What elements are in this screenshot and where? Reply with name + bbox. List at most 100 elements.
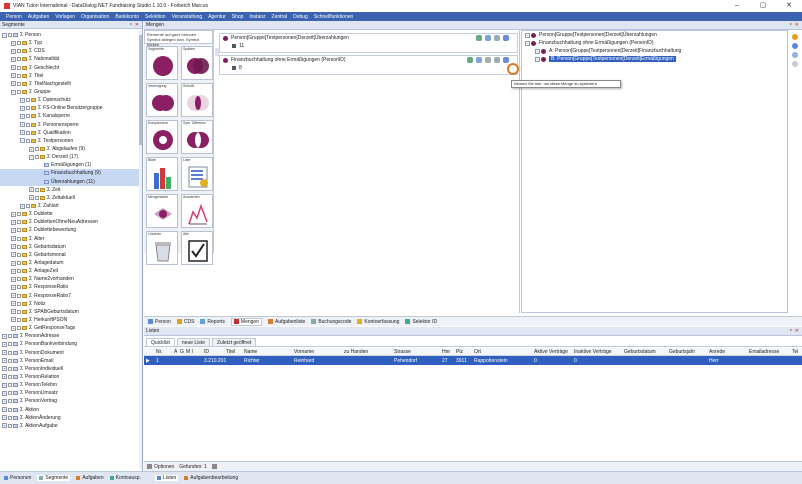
checkbox-icon[interactable] — [8, 374, 12, 379]
palette-segment-button[interactable]: Segmente — [146, 46, 178, 80]
list-tab[interactable]: Quicklist — [146, 338, 175, 346]
checkbox-icon[interactable] — [26, 130, 30, 135]
tree-node[interactable]: − Σ Derzeit (17) — [0, 153, 140, 161]
close-icon[interactable]: ✕ — [795, 328, 799, 334]
checkbox-icon[interactable] — [26, 122, 30, 127]
expand-icon[interactable]: + — [29, 187, 34, 193]
expand-icon[interactable]: + — [11, 293, 16, 299]
checkbox-icon[interactable] — [26, 138, 30, 143]
column-header[interactable]: Hnr — [442, 349, 450, 355]
tree-node[interactable]: + Σ PersonUmsatz — [0, 389, 140, 397]
card-handle[interactable] — [215, 48, 219, 56]
column-header[interactable]: Nr. — [156, 349, 162, 355]
menu-item[interactable]: Organisation — [81, 14, 109, 20]
tree-node[interactable]: + Σ Geburtsmonat — [0, 251, 140, 259]
checkbox-icon[interactable] — [17, 269, 21, 274]
tree-node[interactable]: + Σ PersonBankverbindung — [0, 340, 140, 348]
checkbox-icon[interactable] — [8, 342, 12, 347]
palette-list-button[interactable]: Liste — [181, 157, 213, 191]
expand-icon[interactable]: + — [2, 350, 7, 356]
checkbox-icon[interactable] — [26, 204, 30, 209]
star-icon[interactable] — [792, 34, 798, 40]
menu-item[interactable]: Zentral — [272, 14, 288, 20]
refresh-icon[interactable] — [792, 61, 798, 67]
expand-icon[interactable]: + — [2, 398, 7, 404]
tab-3[interactable]: Mengen — [230, 317, 262, 326]
collapse-icon[interactable]: − — [2, 32, 7, 38]
people-icon[interactable] — [467, 57, 473, 63]
expand-icon[interactable]: + — [29, 146, 34, 152]
checkbox-icon[interactable] — [8, 407, 12, 412]
palette-union-button[interactable]: Vereinigung — [146, 83, 178, 117]
menu-item[interactable]: Instanz — [249, 14, 265, 20]
palette-loader-button[interactable]: Mengenlader — [146, 194, 178, 228]
checkbox-icon[interactable] — [17, 90, 21, 95]
tree-node[interactable]: + Σ AnlageZeit — [0, 267, 140, 275]
expand-icon[interactable]: + — [11, 244, 16, 250]
checkbox-icon[interactable] — [17, 212, 21, 217]
help-icon[interactable] — [792, 52, 798, 58]
collapse-icon[interactable]: − — [20, 138, 25, 144]
checkbox-icon[interactable] — [17, 317, 21, 322]
people-icon[interactable] — [476, 35, 482, 41]
column-header[interactable]: Name — [244, 349, 257, 355]
table-row[interactable]: ▶ 1 3.210.201 Richter Reinhard Pehendorf 27 391… — [144, 356, 802, 365]
checkbox-icon[interactable] — [17, 252, 21, 257]
tab-4[interactable]: Aufgabenliste — [268, 319, 305, 325]
checkbox-icon[interactable] — [17, 285, 21, 290]
collapse-icon[interactable]: − — [29, 154, 34, 160]
info-icon[interactable] — [792, 43, 798, 49]
save-highlight[interactable] — [507, 63, 519, 75]
checkbox-icon[interactable] — [35, 147, 39, 152]
tree-node[interactable]: + Σ SPABGeburtsdatum — [0, 308, 140, 316]
menu-item[interactable]: Shop — [232, 14, 244, 20]
menu-item[interactable]: Agentur — [208, 14, 226, 20]
tab-1[interactable]: CDS — [176, 319, 194, 325]
expand-icon[interactable]: + — [2, 423, 7, 429]
pin-icon[interactable]: ᵖ — [790, 328, 792, 334]
checkbox-icon[interactable] — [17, 57, 21, 62]
tree-node[interactable]: Finanzbuchhaltung (9) — [0, 169, 140, 178]
list-tab[interactable]: neue Liste — [176, 338, 210, 346]
checkbox-icon[interactable] — [35, 187, 39, 192]
tree-node[interactable]: + Σ AktionAufgabe — [0, 422, 140, 430]
tree-node[interactable]: + Σ ResponseRatio7 — [0, 292, 140, 300]
menu-item[interactable]: Veranstaltung — [172, 14, 203, 20]
checkbox-icon[interactable] — [8, 350, 12, 355]
checkbox-icon[interactable] — [17, 41, 21, 46]
expand-icon[interactable]: + — [11, 219, 16, 225]
tree-node[interactable]: + Σ HerkunftPSON — [0, 316, 140, 324]
tree-node[interactable]: + Σ Zahlart — [0, 202, 140, 210]
checkbox-icon[interactable] — [17, 309, 21, 314]
checkbox-icon[interactable] — [26, 114, 30, 119]
close-icon[interactable]: ✕ — [135, 22, 139, 28]
tree-node[interactable]: − Σ Testpersonen — [0, 137, 140, 145]
tree-node[interactable]: − Σ Person — [0, 31, 140, 39]
column-header[interactable]: A — [174, 349, 177, 355]
tree-node[interactable]: + Σ PersonEmail — [0, 357, 140, 365]
expand-icon[interactable]: + — [11, 252, 16, 258]
collapse-icon[interactable]: − — [525, 40, 530, 46]
expand-icon[interactable]: + — [20, 203, 25, 209]
tree-node[interactable]: + Σ PersonAdresse — [0, 332, 140, 340]
tree-node[interactable]: + Σ Alter — [0, 235, 140, 243]
tree-node[interactable]: + Σ FS-Online Benutzergruppe — [0, 104, 140, 112]
expand-icon[interactable]: + — [2, 366, 7, 372]
settings-icon[interactable] — [494, 35, 500, 41]
expand-icon[interactable]: + — [11, 65, 16, 71]
menu-item[interactable]: Vorlagen — [55, 14, 75, 20]
menu-item[interactable]: Aufgaben — [28, 14, 49, 20]
tree-node[interactable]: + Σ Anlagedatum — [0, 259, 140, 267]
expand-icon[interactable]: + — [2, 374, 7, 380]
collapse-icon[interactable]: − — [525, 32, 530, 38]
list-tab[interactable]: Zuletzt geöffnet — [211, 338, 257, 346]
palette-chart-button[interactable]: Bilde — [146, 157, 178, 191]
formula-node[interactable]: − A: Person[Gruppe[Testpersonen[Derzeit[F… — [522, 47, 787, 55]
expand-icon[interactable]: + — [2, 390, 7, 396]
checkbox-icon[interactable] — [26, 106, 30, 111]
checkbox-icon[interactable] — [17, 220, 21, 225]
copy-icon[interactable] — [485, 35, 491, 41]
checkbox-icon[interactable] — [8, 391, 12, 396]
formula-node[interactable]: − Person[Gruppe[Testpersonen[Derzeit[Über… — [522, 31, 787, 39]
tree-node[interactable]: + Σ Typ — [0, 39, 140, 47]
